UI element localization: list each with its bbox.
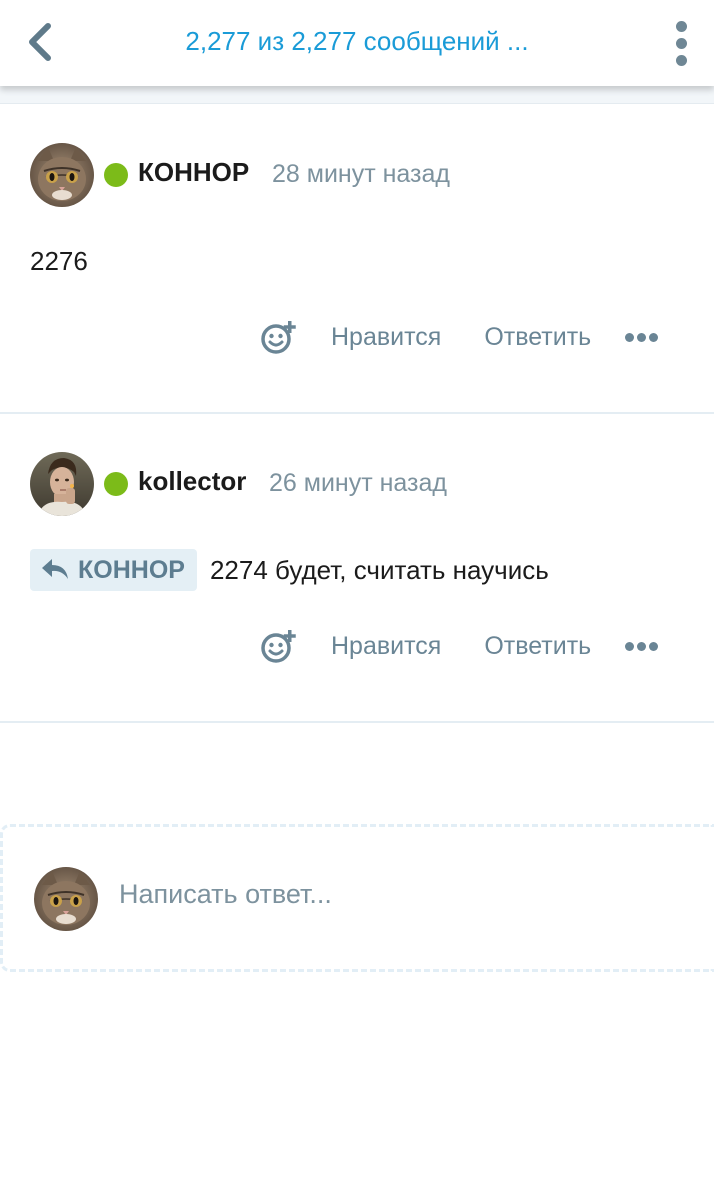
more-button[interactable]: [625, 626, 659, 666]
like-button[interactable]: Нравится: [331, 632, 441, 661]
reply-to-name: КОННОР: [78, 555, 185, 584]
more-horizontal-icon-dot: [637, 641, 647, 651]
reply-input[interactable]: Написать ответ...: [119, 879, 332, 910]
author-name[interactable]: КОННОР: [138, 157, 249, 188]
react-button[interactable]: [258, 317, 300, 357]
reply-button[interactable]: Ответить: [484, 323, 591, 352]
post-time[interactable]: 26 минут назад: [269, 469, 447, 498]
author-name[interactable]: kollector: [138, 466, 246, 497]
cat-avatar-image: [30, 143, 94, 207]
header-divider: [0, 86, 714, 104]
add-reaction-icon: [261, 630, 296, 663]
reply-button[interactable]: Ответить: [484, 632, 591, 661]
reply-row: КОННОР 2274 будет, считать научись: [30, 549, 549, 591]
menu-button[interactable]: [666, 20, 696, 66]
online-indicator: [104, 472, 128, 496]
back-button[interactable]: [16, 18, 64, 66]
more-horizontal-icon-dot: [649, 332, 659, 342]
avatar[interactable]: [30, 452, 94, 516]
more-horizontal-icon-dot: [649, 641, 659, 651]
post-text: 2274 будет, считать научись: [209, 554, 549, 585]
post-text: 2276: [30, 246, 88, 276]
like-button[interactable]: Нравится: [331, 323, 441, 352]
top-bar: 2,277 из 2,277 сообщений ...: [0, 0, 714, 86]
cat-avatar-image: [34, 867, 98, 931]
post-actions: Нравится Ответить: [258, 317, 659, 357]
more-button[interactable]: [625, 317, 659, 357]
avatar: [34, 867, 98, 931]
avatar[interactable]: [30, 143, 94, 207]
post-time[interactable]: 28 минут назад: [272, 160, 450, 189]
online-indicator: [104, 163, 128, 187]
post: КОННОР 28 минут назад 2276 Нравится Отве…: [0, 105, 714, 414]
react-button[interactable]: [258, 626, 300, 666]
person-avatar-image: [30, 452, 94, 516]
page-title[interactable]: 2,277 из 2,277 сообщений ...: [100, 26, 614, 57]
reply-compose-box[interactable]: Написать ответ...: [0, 824, 714, 972]
reply-arrow-icon: [42, 559, 68, 579]
more-horizontal-icon: [625, 641, 635, 651]
vertical-dots-icon-dot: [675, 37, 687, 49]
chevron-left-icon: [29, 23, 51, 61]
more-horizontal-icon-dot: [637, 332, 647, 342]
more-horizontal-icon: [625, 332, 635, 342]
post: kollector 26 минут назад КОННОР 2274 буд…: [0, 414, 714, 723]
reply-to-chip[interactable]: КОННОР: [30, 549, 197, 591]
vertical-dots-icon: [675, 20, 687, 32]
vertical-dots-icon-dot: [675, 54, 687, 66]
add-reaction-icon: [261, 321, 296, 354]
post-actions: Нравится Ответить: [258, 626, 659, 666]
